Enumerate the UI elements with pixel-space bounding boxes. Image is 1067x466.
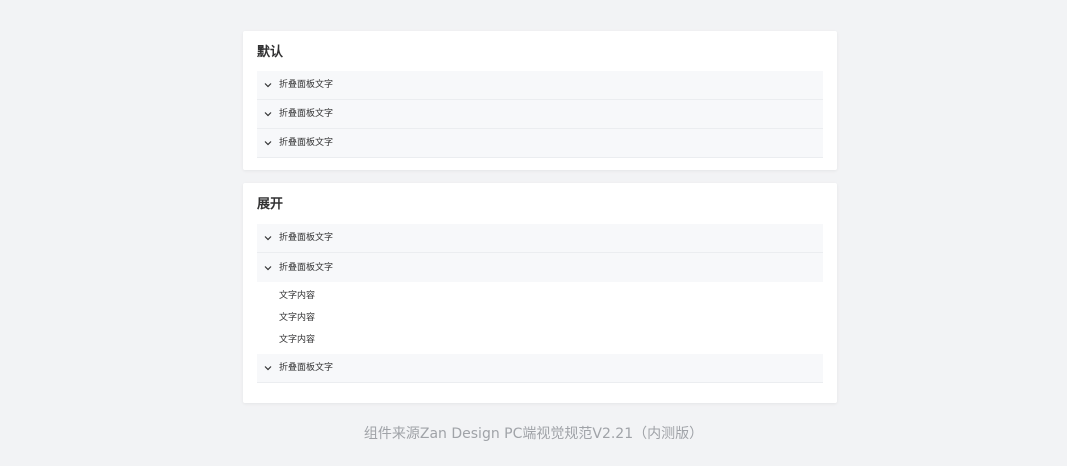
collapse-panel-content: 文字内容 文字内容 文字内容 (257, 282, 823, 354)
chevron-down-icon (263, 363, 273, 373)
collapse-group: 折叠面板文字 折叠面板文字 文字内容 文字内容 文字内容 折叠面板文字 (257, 224, 823, 383)
collapse-panel-header[interactable]: 折叠面板文字 (257, 100, 823, 129)
panel-content-text: 文字内容 (279, 291, 316, 301)
collapse-group: 折叠面板文字 折叠面板文字 折叠面板文字 (257, 71, 823, 158)
chevron-down-icon (263, 138, 273, 148)
chevron-down-icon (263, 109, 273, 119)
panel-title: 折叠面板文字 (279, 80, 334, 90)
panel-title: 折叠面板文字 (279, 138, 334, 148)
collapse-panel-header[interactable]: 折叠面板文字 (257, 129, 823, 158)
chevron-down-icon (263, 233, 273, 243)
panel-title: 折叠面板文字 (279, 109, 334, 119)
chevron-down-icon (263, 263, 273, 273)
collapse-panel-header-expanded[interactable]: 折叠面板文字 (257, 253, 823, 282)
collapse-panel-header[interactable]: 折叠面板文字 (257, 354, 823, 383)
panel-title: 折叠面板文字 (279, 262, 334, 273)
collapse-card-expanded: 展开 折叠面板文字 折叠面板文字 文字内容 文字内容 文字内容 折叠面板文字 (243, 183, 837, 403)
panel-title: 折叠面板文字 (279, 233, 334, 243)
collapse-panel-header[interactable]: 折叠面板文字 (257, 71, 823, 100)
panel-content-text: 文字内容 (279, 335, 316, 345)
section-title: 默认 (257, 45, 284, 60)
chevron-down-icon (263, 80, 273, 90)
footer-source-note: 组件来源Zan Design PC端视觉规范V2.21（内测版） (363, 426, 704, 442)
section-title: 展开 (257, 197, 284, 212)
panel-title: 折叠面板文字 (279, 363, 334, 373)
collapse-card-default: 默认 折叠面板文字 折叠面板文字 折叠面板文字 (243, 31, 837, 170)
collapse-panel-header[interactable]: 折叠面板文字 (257, 224, 823, 253)
panel-content-text: 文字内容 (279, 313, 316, 323)
